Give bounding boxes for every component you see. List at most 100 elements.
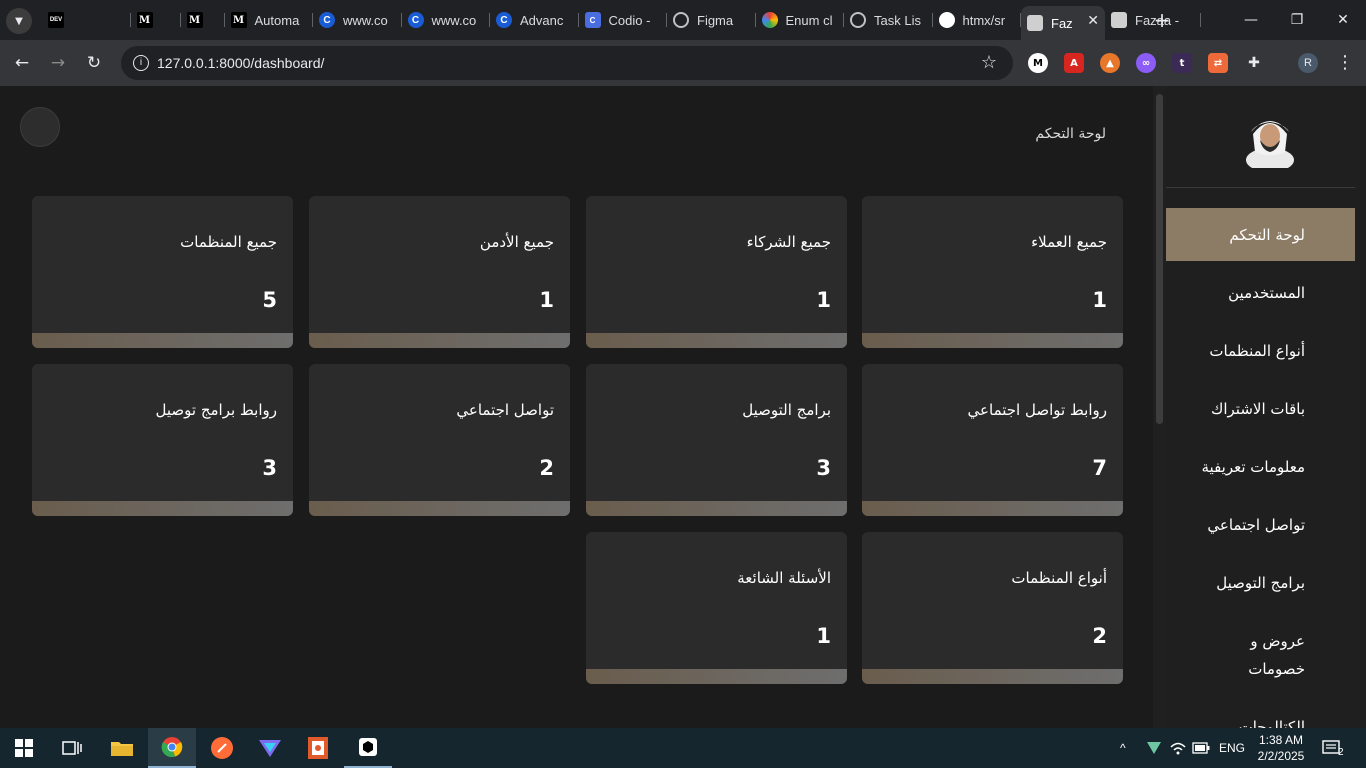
stat-card-organization-types[interactable]: أنواع المنظمات 2	[862, 532, 1123, 684]
battery-icon[interactable]	[1192, 728, 1210, 768]
tab-search-chevron-icon[interactable]: ▼	[6, 8, 32, 34]
codio-icon: C	[584, 12, 601, 28]
bookmark-star-icon[interactable]: ☆	[981, 52, 997, 73]
card-title: الأسئلة الشائعة	[737, 569, 831, 587]
tab-figma[interactable]: Figma	[667, 6, 756, 34]
sidebar-item-subscription-plans[interactable]: باقات الاشتراك	[1166, 382, 1355, 435]
chrome-taskbar-icon[interactable]	[148, 728, 196, 768]
stat-card-organizations[interactable]: جميع المنظمات 5	[32, 196, 293, 348]
card-accent-bar	[32, 333, 293, 348]
medium-extension-icon[interactable]: M	[1028, 53, 1048, 73]
stat-card-delivery-apps[interactable]: برامج التوصيل 3	[586, 364, 847, 516]
close-window-icon[interactable]: ✕	[1320, 0, 1366, 40]
scrollbar-thumb[interactable]	[1156, 94, 1163, 424]
sidebar-item-label: تواصل اجتماعي	[1207, 515, 1305, 534]
card-value: 3	[262, 456, 277, 480]
c-icon: C	[496, 12, 512, 28]
wifi-icon[interactable]	[1170, 728, 1186, 768]
dashboard-page: لوحة التحكم جميع العملاء 1 جميع الشركاء …	[0, 86, 1366, 728]
notifications-icon[interactable]: 2	[1322, 728, 1344, 768]
extensions-puzzle-icon[interactable]: ✚	[1244, 53, 1264, 73]
sidebar-item-dashboard[interactable]: لوحة التحكم	[1166, 208, 1355, 261]
tab-label: Automa	[254, 12, 300, 28]
page-scrollbar[interactable]	[1153, 86, 1166, 728]
card-title: تواصل اجتماعي	[456, 401, 554, 419]
task-view-icon[interactable]	[48, 728, 96, 768]
card-value: 2	[539, 456, 554, 480]
sidebar-item-organization-types[interactable]: أنواع المنظمات	[1166, 324, 1355, 377]
sidebar-item-social[interactable]: تواصل اجتماعي	[1166, 498, 1355, 551]
vpn-taskbar-icon[interactable]	[246, 728, 294, 768]
url-field[interactable]: i 127.0.0.1:8000/dashboard/ ☆	[121, 46, 1013, 80]
tab-www-co[interactable]: Cwww.co	[313, 6, 402, 34]
back-arrow-icon[interactable]: ←	[10, 51, 34, 75]
logo-avatar-icon	[1246, 121, 1294, 168]
terminal-taskbar-icon[interactable]	[344, 728, 392, 768]
card-value: 1	[816, 288, 831, 312]
tab-label: www.co	[431, 12, 477, 28]
reload-icon[interactable]: ↻	[82, 51, 106, 75]
tab-codio[interactable]: C Codio -	[579, 6, 668, 34]
ai-extension-icon[interactable]: ∞	[1136, 53, 1156, 73]
user-avatar[interactable]	[20, 107, 60, 147]
language-indicator[interactable]: ENG	[1219, 728, 1245, 768]
tab-label: Task Lis	[874, 12, 921, 28]
medium-icon: M	[230, 12, 247, 28]
office-taskbar-icon[interactable]	[294, 728, 342, 768]
minimize-icon[interactable]: —	[1228, 0, 1274, 40]
forward-arrow-icon[interactable]: →	[46, 51, 70, 75]
tab-www-co-2[interactable]: Cwww.co	[402, 6, 491, 34]
tab-enum[interactable]: Enum cl	[756, 6, 845, 34]
profile-avatar[interactable]: R	[1298, 53, 1318, 73]
rocket-extension-icon[interactable]: ▲	[1100, 53, 1120, 73]
tab-label: www.co	[343, 12, 388, 28]
sidebar-item-catalogs[interactable]: الكتالوجات	[1166, 700, 1355, 729]
tab-label: htmx/sr	[962, 12, 1006, 28]
tab-automa[interactable]: M Automa	[225, 6, 314, 34]
sidebar-item-users[interactable]: المستخدمين	[1166, 266, 1355, 319]
sidebar-item-delivery-apps[interactable]: برامج التوصيل	[1166, 556, 1355, 609]
stat-card-customers[interactable]: جميع العملاء 1	[862, 196, 1123, 348]
sidebar-item-info[interactable]: معلومات تعريفية	[1166, 440, 1355, 493]
stat-card-social-links[interactable]: روابط تواصل اجتماعي 7	[862, 364, 1123, 516]
page-title: لوحة التحكم	[1035, 126, 1106, 142]
card-accent-bar	[862, 333, 1123, 348]
tab-task-list[interactable]: Task Lis	[844, 6, 933, 34]
tab-advanc[interactable]: C Advanc	[490, 6, 579, 34]
show-hidden-icons-chevron-icon[interactable]: ^	[1120, 728, 1126, 768]
tab-dev[interactable]: DEV	[42, 6, 131, 34]
tab-fazaa-active[interactable]: Faz ✕	[1021, 6, 1105, 40]
windows-start-icon[interactable]	[0, 728, 48, 768]
sidebar-item-offers[interactable]: عروض و خصومات	[1166, 623, 1355, 687]
new-tab-plus-icon[interactable]: +	[1152, 8, 1172, 32]
url-text[interactable]: 127.0.0.1:8000/dashboard/	[157, 55, 324, 71]
close-icon[interactable]: ✕	[1087, 12, 1099, 29]
tab-medium[interactable]: M	[131, 6, 181, 34]
tab-medium[interactable]: M	[181, 6, 225, 34]
card-value: 5	[262, 288, 277, 312]
stat-card-partners[interactable]: جميع الشركاء 1	[586, 196, 847, 348]
postman-taskbar-icon[interactable]	[198, 728, 246, 768]
stat-card-admins[interactable]: جميع الأدمن 1	[309, 196, 570, 348]
card-accent-bar	[32, 501, 293, 516]
tab-label: Codio -	[608, 12, 651, 28]
postman-extension-icon[interactable]: ⇄	[1208, 53, 1228, 73]
site-info-icon[interactable]: i	[133, 55, 149, 71]
stat-card-delivery-links[interactable]: روابط برامج توصيل 3	[32, 364, 293, 516]
pdf-extension-icon[interactable]: A	[1064, 53, 1084, 73]
c-icon: C	[319, 12, 335, 28]
vpn-tray-icon[interactable]	[1146, 728, 1162, 768]
medium-icon: M	[186, 12, 203, 28]
file-explorer-icon[interactable]	[98, 728, 146, 768]
card-accent-bar	[309, 333, 570, 348]
tab-strip: DEV M M M Automa Cwww.co Cwww.co C Advanc …	[42, 6, 1201, 40]
globe-icon	[673, 12, 689, 28]
tab-htmx[interactable]: htmx/sr	[933, 6, 1022, 34]
restore-icon[interactable]: ❐	[1274, 0, 1320, 40]
stat-card-social[interactable]: تواصل اجتماعي 2	[309, 364, 570, 516]
stat-card-faq[interactable]: الأسئلة الشائعة 1	[586, 532, 847, 684]
system-clock[interactable]: 1:38 AM 2/2/2025	[1252, 732, 1310, 764]
menu-kebab-icon[interactable]: ⋮	[1336, 52, 1354, 73]
browser-tab-bar: ▼ DEV M M M Automa Cwww.co Cwww.co C Advan…	[0, 0, 1366, 40]
tumblr-extension-icon[interactable]: t	[1172, 53, 1192, 73]
